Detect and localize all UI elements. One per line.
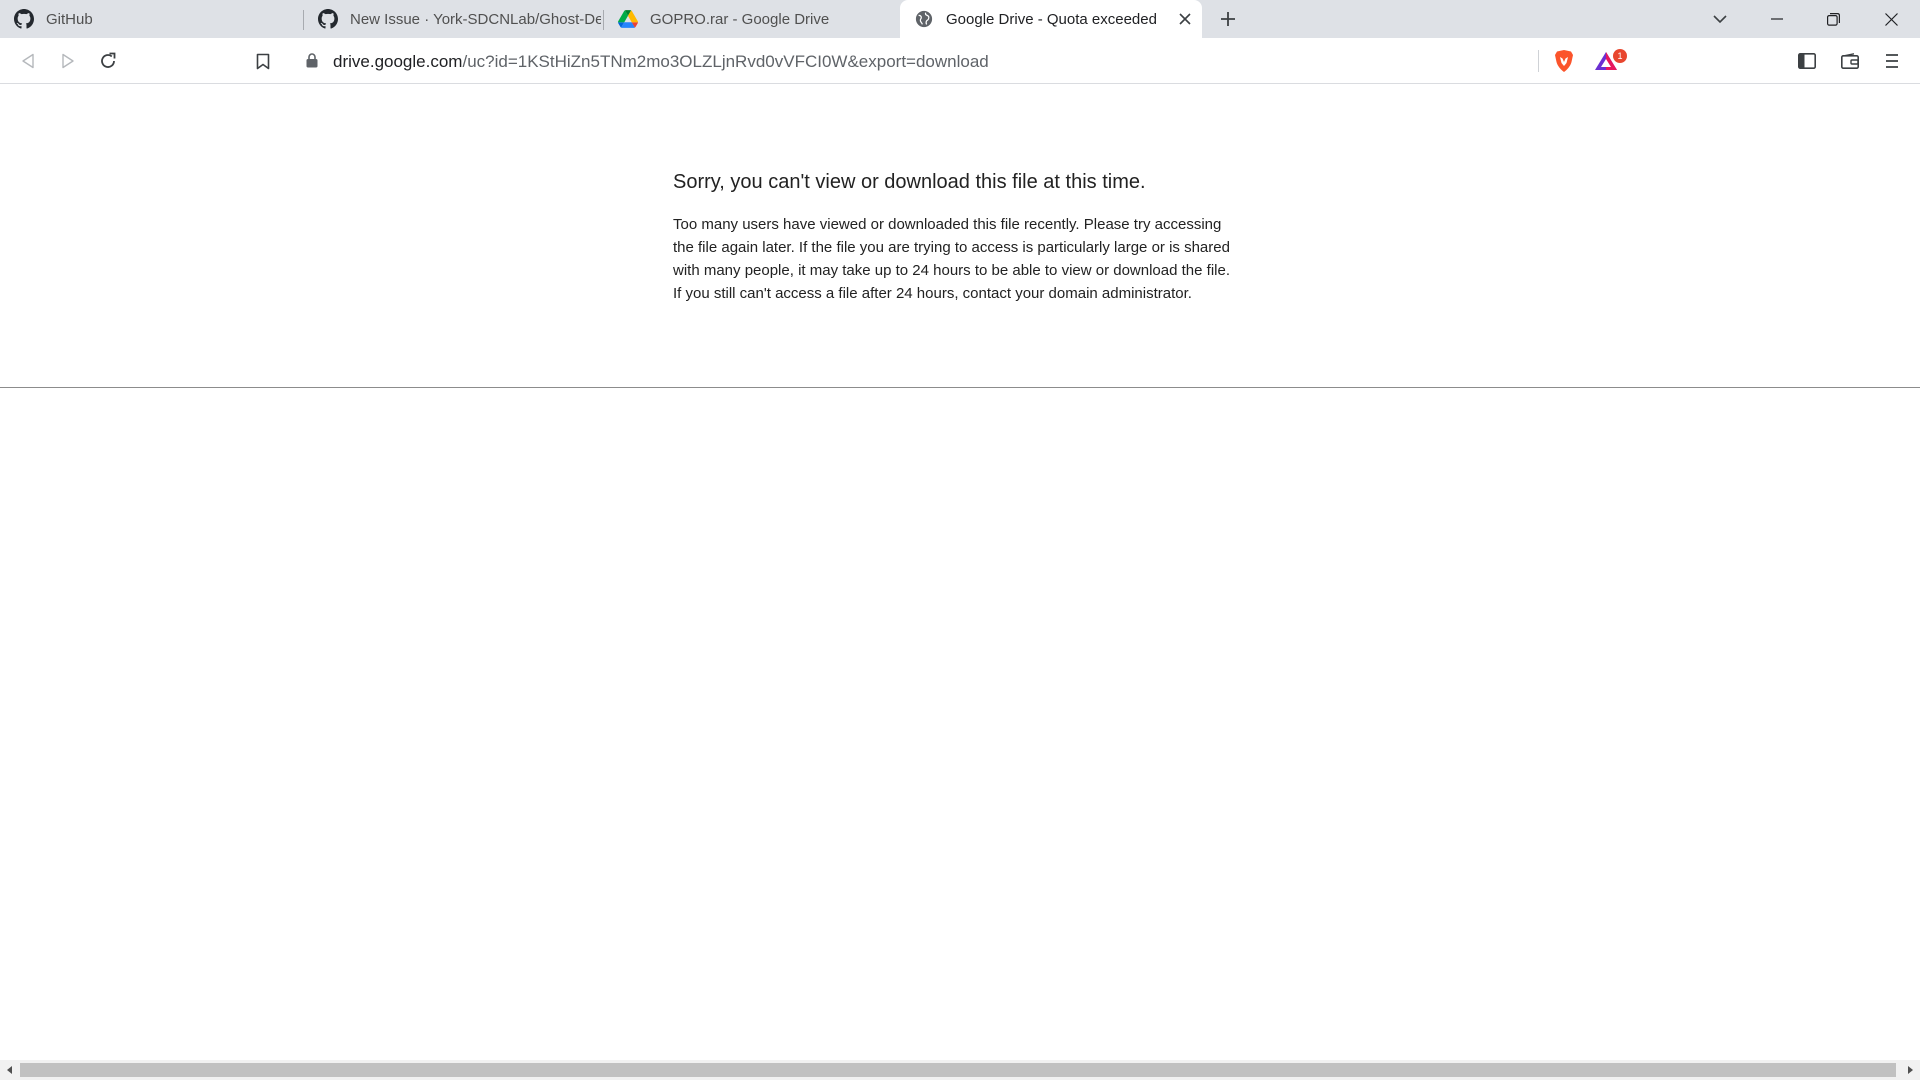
error-description: Too many users have viewed or downloaded… bbox=[673, 216, 1230, 302]
url-text: drive.google.com/uc?id=1KStHiZn5TNm2mo3O… bbox=[333, 52, 989, 72]
minimize-icon bbox=[1771, 18, 1783, 20]
restore-icon bbox=[1826, 12, 1840, 26]
tab-github[interactable]: GitHub bbox=[0, 0, 302, 38]
scrollbar-thumb[interactable] bbox=[20, 1063, 1896, 1077]
horizontal-scrollbar[interactable] bbox=[0, 1060, 1920, 1080]
url-host: drive.google.com bbox=[333, 52, 463, 71]
rewards-badge: 1 bbox=[1613, 49, 1627, 63]
close-icon bbox=[1884, 12, 1898, 26]
hamburger-menu-icon bbox=[1886, 54, 1898, 68]
browser-toolbar: drive.google.com/uc?id=1KStHiZn5TNm2mo3O… bbox=[0, 38, 1920, 84]
tab-label: New Issue · York-SDCNLab/Ghost-Deb bbox=[350, 10, 601, 28]
tab-close-button[interactable] bbox=[1175, 9, 1195, 29]
plus-icon bbox=[1221, 12, 1235, 26]
restore-button[interactable] bbox=[1810, 0, 1856, 38]
menu-button[interactable] bbox=[1876, 45, 1908, 77]
quota-message: Sorry, you can't view or download this f… bbox=[673, 169, 1233, 305]
tab-quota-exceeded[interactable]: Google Drive - Quota exceeded bbox=[900, 0, 1202, 38]
brave-lion-icon bbox=[1555, 50, 1573, 72]
chevron-down-icon bbox=[1713, 14, 1727, 23]
reload-icon bbox=[101, 52, 116, 68]
error-heading: Sorry, you can't view or download this f… bbox=[673, 171, 1146, 193]
back-button[interactable] bbox=[12, 45, 44, 77]
back-icon bbox=[22, 53, 34, 69]
bookmark-button[interactable] bbox=[247, 45, 279, 77]
globe-icon bbox=[914, 9, 934, 29]
tab-label: GOPRO.rar - Google Drive bbox=[650, 10, 830, 28]
page-content: Sorry, you can't view or download this f… bbox=[0, 85, 1920, 1060]
forward-icon bbox=[62, 53, 74, 69]
wallet-button[interactable] bbox=[1834, 45, 1866, 77]
sidebar-icon bbox=[1798, 53, 1816, 69]
forward-button[interactable] bbox=[52, 45, 84, 77]
tab-search-button[interactable] bbox=[1704, 0, 1736, 38]
url-path: /uc?id=1KStHiZn5TNm2mo3OLZLjnRvd0vVFCI0W… bbox=[462, 52, 989, 71]
wallet-icon bbox=[1841, 53, 1859, 69]
caret-left-icon bbox=[7, 1066, 12, 1074]
toolbar-separator bbox=[1538, 50, 1539, 72]
github-icon bbox=[14, 9, 34, 29]
divider bbox=[0, 387, 1920, 388]
tab-strip: GitHub New Issue · York-SDCNLab/Ghost-De… bbox=[0, 0, 1920, 38]
scroll-left-button[interactable] bbox=[0, 1060, 20, 1080]
lock-icon bbox=[306, 53, 318, 73]
tab-gopro-drive[interactable]: GOPRO.rar - Google Drive bbox=[604, 0, 898, 38]
tab-label: Google Drive - Quota exceeded bbox=[946, 10, 1157, 28]
brave-shields-button[interactable] bbox=[1548, 45, 1580, 77]
bookmark-icon bbox=[256, 53, 270, 69]
github-icon bbox=[318, 9, 338, 29]
close-window-button[interactable] bbox=[1868, 0, 1914, 38]
reload-button[interactable] bbox=[92, 45, 124, 77]
caret-right-icon bbox=[1908, 1066, 1913, 1074]
tab-new-issue[interactable]: New Issue · York-SDCNLab/Ghost-Deb bbox=[304, 0, 601, 38]
new-tab-button[interactable] bbox=[1214, 0, 1242, 38]
tab-label: GitHub bbox=[46, 10, 93, 28]
close-icon bbox=[1179, 13, 1191, 25]
sidebar-toggle-button[interactable] bbox=[1791, 45, 1823, 77]
address-bar[interactable]: drive.google.com/uc?id=1KStHiZn5TNm2mo3O… bbox=[292, 43, 1629, 79]
google-drive-icon bbox=[618, 9, 638, 29]
scroll-right-button[interactable] bbox=[1900, 1060, 1920, 1080]
minimize-button[interactable] bbox=[1754, 0, 1800, 38]
